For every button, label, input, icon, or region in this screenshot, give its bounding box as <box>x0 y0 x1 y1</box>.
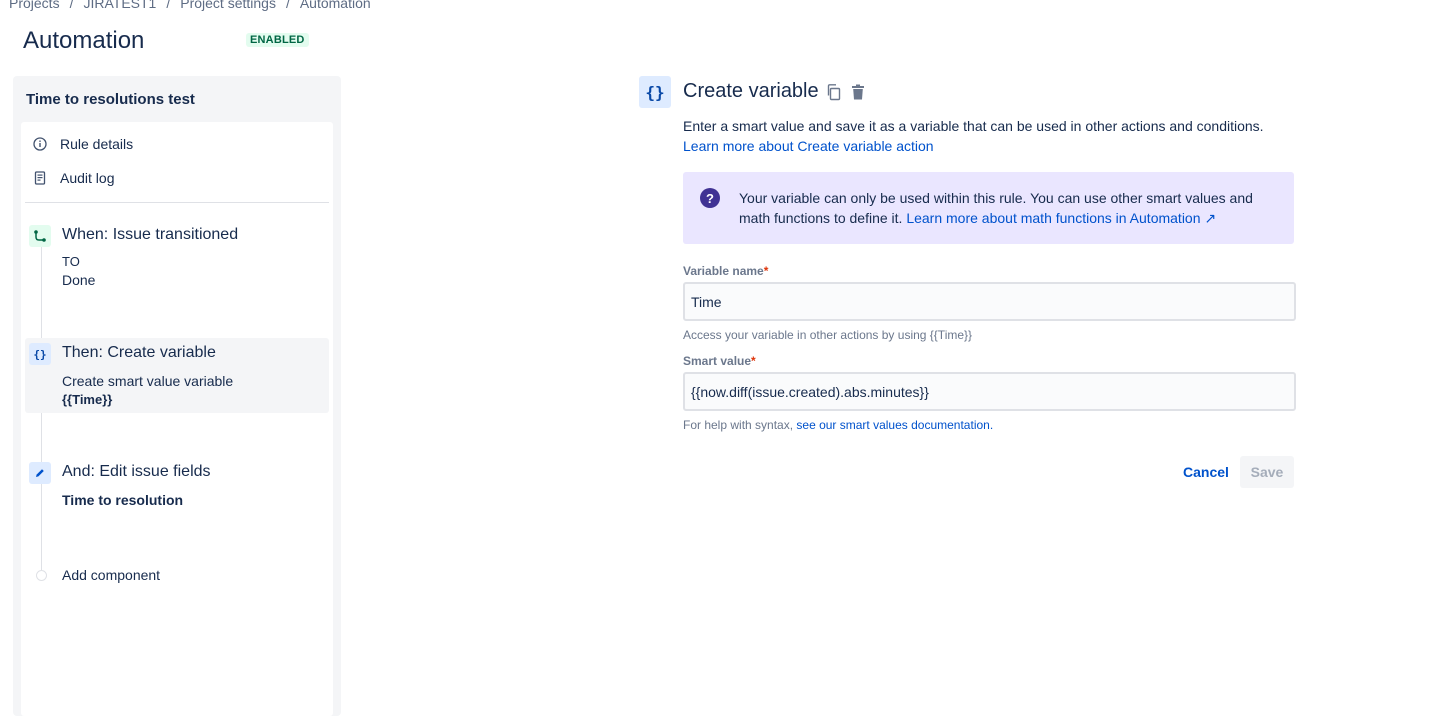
add-component-label: Add component <box>62 567 161 583</box>
detail-title: Create variable <box>683 80 819 102</box>
breadcrumb-project-settings[interactable]: Project settings <box>180 0 276 11</box>
breadcrumb-projects[interactable]: Projects <box>9 0 60 11</box>
status-badge: ENABLED <box>246 33 309 47</box>
info-icon <box>33 137 47 151</box>
variable-name-help: Access your variable in other actions by… <box>683 328 973 342</box>
transition-icon <box>29 225 51 247</box>
component-edit-issue-fields[interactable]: And: Edit issue fields Time to resolutio… <box>25 462 329 512</box>
component-title: When: Issue transitioned <box>62 226 239 243</box>
breadcrumb-separator: / <box>69 0 74 11</box>
sidebar-item-label: Rule details <box>60 136 134 152</box>
required-indicator: * <box>763 264 769 278</box>
smart-value-label-text: Smart value <box>683 354 752 368</box>
cancel-button[interactable]: Cancel <box>1175 456 1237 488</box>
smart-value-label: Smart value* <box>683 354 756 368</box>
braces-icon: {} <box>639 76 671 108</box>
math-functions-link[interactable]: Learn more about math functions in Autom… <box>906 210 1216 226</box>
sidebar-item-rule-details[interactable]: Rule details <box>33 132 133 156</box>
detail-description: Enter a smart value and save it as a var… <box>683 116 1298 156</box>
description-text: Enter a smart value and save it as a var… <box>683 118 1264 134</box>
smart-value-help: For help with syntax, see our smart valu… <box>683 418 993 432</box>
smart-value-input[interactable] <box>683 372 1296 411</box>
breadcrumb-project[interactable]: JIRATEST1 <box>83 0 156 11</box>
divider <box>25 202 329 203</box>
add-component-button[interactable]: Add component <box>25 567 329 587</box>
component-title: And: Edit issue fields <box>62 463 211 480</box>
component-title: Then: Create variable <box>62 344 216 361</box>
sidebar-item-label: Audit log <box>60 170 115 186</box>
variable-name-label: Variable name* <box>683 264 768 278</box>
learn-more-create-variable-link[interactable]: Learn more about Create variable action <box>683 138 934 154</box>
question-circle-icon: ? <box>700 188 720 208</box>
component-desc-label: Create smart value variable <box>62 373 234 389</box>
page-title: Automation <box>23 27 145 54</box>
sidebar-item-audit-log[interactable]: Audit log <box>33 166 114 190</box>
variable-name-label-text: Variable name <box>683 264 764 278</box>
copy-icon[interactable] <box>825 83 843 101</box>
rule-components-panel: Rule details Audit log When: Issue trans… <box>21 122 333 716</box>
rule-sidebar: Time to resolutions test Rule details Au… <box>13 76 341 716</box>
breadcrumb-separator: / <box>166 0 171 11</box>
smart-value-help-text: For help with syntax, <box>683 418 794 432</box>
pencil-icon <box>29 462 51 484</box>
document-icon <box>33 171 47 185</box>
breadcrumb-separator: / <box>285 0 290 11</box>
info-panel: ? Your variable can only be used within … <box>683 172 1294 244</box>
braces-icon: {} <box>29 343 51 365</box>
info-text: Your variable can only be used within th… <box>739 188 1279 228</box>
variable-name-input[interactable] <box>683 282 1296 321</box>
breadcrumb-automation[interactable]: Automation <box>300 0 371 11</box>
component-desc-value: {{Time}} <box>62 392 113 407</box>
component-desc-value: Done <box>62 272 96 288</box>
save-button[interactable]: Save <box>1240 456 1294 488</box>
component-desc-value: Time to resolution <box>62 492 184 508</box>
rule-name: Time to resolutions test <box>26 91 195 108</box>
component-trigger[interactable]: When: Issue transitioned TO Done <box>25 225 329 295</box>
smart-values-docs-link[interactable]: see our smart values documentation. <box>796 418 993 432</box>
add-component-circle-icon <box>36 570 47 581</box>
component-desc-label: TO <box>62 254 80 269</box>
trash-icon[interactable] <box>849 83 867 101</box>
component-create-variable[interactable]: {} Then: Create variable Create smart va… <box>25 338 329 413</box>
breadcrumb: Projects / JIRATEST1 / Project settings / Auto… <box>9 0 371 11</box>
required-indicator: * <box>751 354 756 368</box>
